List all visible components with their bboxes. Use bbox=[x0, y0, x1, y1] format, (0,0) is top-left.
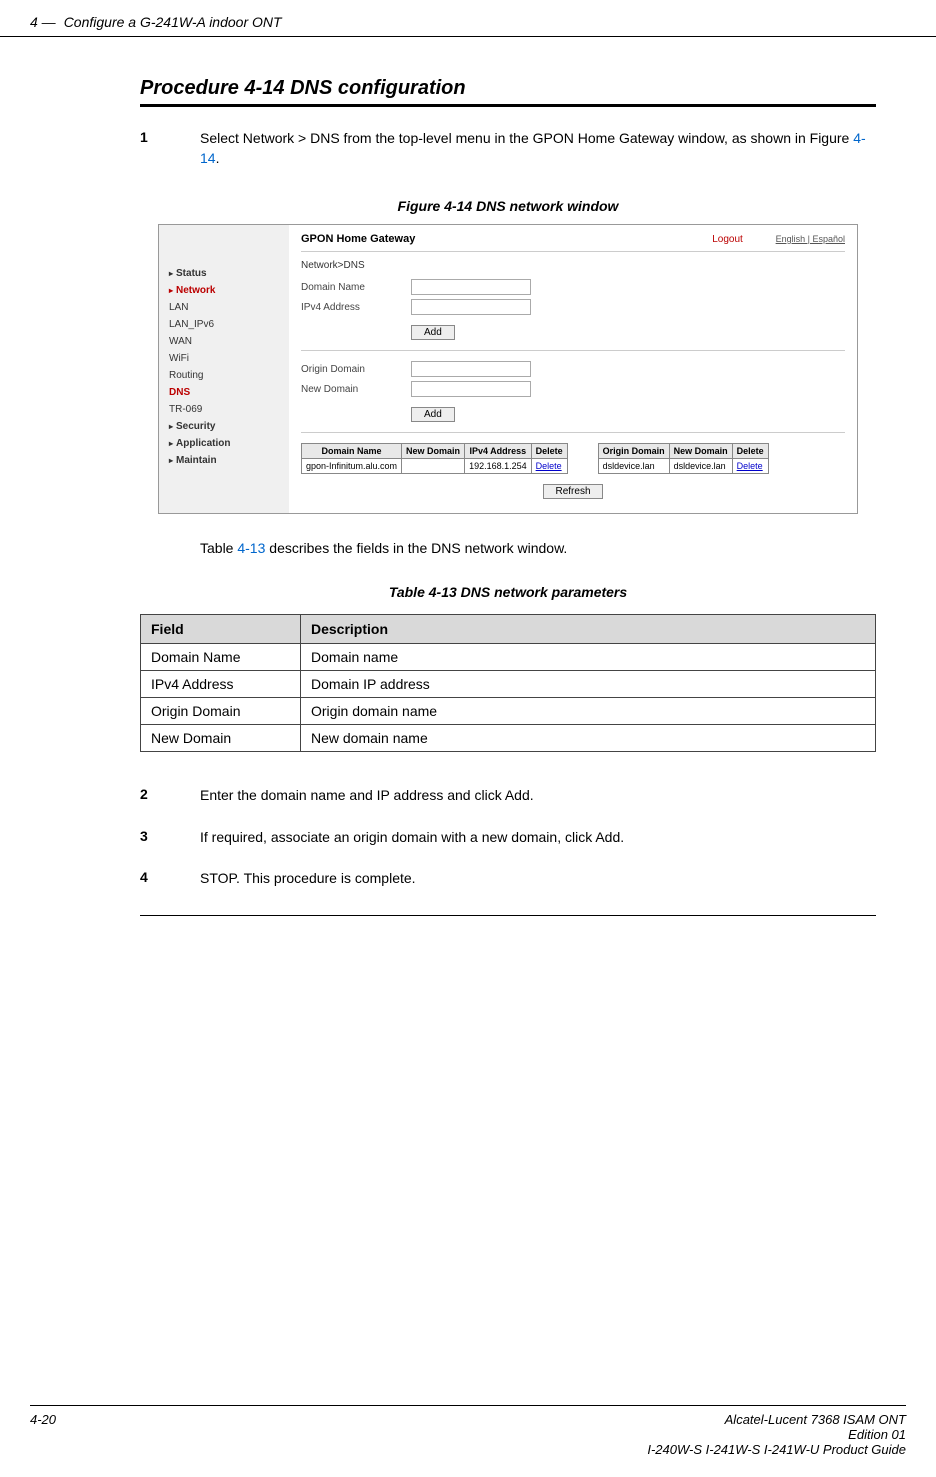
gateway-title: GPON Home Gateway bbox=[301, 233, 415, 245]
sidebar-item-wan[interactable]: WAN bbox=[159, 333, 289, 350]
breadcrumb: Network>DNS bbox=[301, 260, 845, 271]
sidebar-item-routing[interactable]: Routing bbox=[159, 367, 289, 384]
sidebar-item-lan-ipv6[interactable]: LAN_IPv6 bbox=[159, 316, 289, 333]
footer-line: Edition 01 bbox=[647, 1427, 906, 1442]
th-delete: Delete bbox=[732, 444, 768, 459]
step-number: 2 bbox=[140, 786, 200, 806]
step-number: 4 bbox=[140, 869, 200, 889]
table-caption: Table 4-13 DNS network parameters bbox=[140, 584, 876, 600]
cell-domain: gpon-Infinitum.alu.com bbox=[302, 459, 402, 474]
params-table: Field Description Domain Name Domain nam… bbox=[140, 614, 876, 752]
delete-link[interactable]: Delete bbox=[737, 461, 763, 471]
th-desc: Description bbox=[301, 615, 876, 644]
step-3: 3 If required, associate an origin domai… bbox=[140, 828, 876, 848]
table-intro: Table 4-13 describes the fields in the D… bbox=[200, 540, 876, 556]
th-origin: Origin Domain bbox=[598, 444, 669, 459]
cell-new-domain bbox=[402, 459, 465, 474]
th-new-domain: New Domain bbox=[402, 444, 465, 459]
cell-desc: Domain IP address bbox=[301, 671, 876, 698]
delete-link[interactable]: Delete bbox=[536, 461, 562, 471]
sidebar-item-dns[interactable]: DNS bbox=[159, 384, 289, 401]
language-switch[interactable]: English | Español bbox=[776, 234, 845, 244]
chapter-title: Configure a G-241W-A indoor ONT bbox=[64, 14, 282, 30]
th-ipv4: IPv4 Address bbox=[465, 444, 532, 459]
cell-origin: dsldevice.lan bbox=[598, 459, 669, 474]
text: Table bbox=[200, 540, 237, 556]
text: describes the fields in the DNS network … bbox=[265, 540, 567, 556]
sidebar-item-network[interactable]: Network bbox=[159, 282, 289, 299]
table-link[interactable]: 4-13 bbox=[237, 540, 265, 556]
step-text: Enter the domain name and IP address and… bbox=[200, 786, 876, 806]
table-row: Domain Name Domain name bbox=[141, 644, 876, 671]
origin-table: Origin Domain New Domain Delete dsldevic… bbox=[598, 443, 769, 474]
step-text-part: Select Network > DNS from the top-level … bbox=[200, 130, 853, 146]
step-text-part: . bbox=[216, 150, 220, 166]
th-field: Field bbox=[141, 615, 301, 644]
origin-domain-label: Origin Domain bbox=[301, 364, 411, 375]
page-number: 4-20 bbox=[30, 1412, 56, 1457]
cell-ip: 192.168.1.254 bbox=[465, 459, 532, 474]
table-row: New Domain New domain name bbox=[141, 725, 876, 752]
cell-desc: Origin domain name bbox=[301, 698, 876, 725]
domain-name-label: Domain Name bbox=[301, 282, 411, 293]
divider bbox=[301, 350, 845, 351]
sidebar-item-lan[interactable]: LAN bbox=[159, 299, 289, 316]
cell-field: IPv4 Address bbox=[141, 671, 301, 698]
sidebar-item-wifi[interactable]: WiFi bbox=[159, 350, 289, 367]
step-text: If required, associate an origin domain … bbox=[200, 828, 876, 848]
cell-desc: New domain name bbox=[301, 725, 876, 752]
domain-name-input[interactable] bbox=[411, 279, 531, 295]
step-text: Select Network > DNS from the top-level … bbox=[200, 129, 876, 168]
origin-domain-input[interactable] bbox=[411, 361, 531, 377]
cell-desc: Domain name bbox=[301, 644, 876, 671]
table-row: IPv4 Address Domain IP address bbox=[141, 671, 876, 698]
page-header: 4 — Configure a G-241W-A indoor ONT bbox=[0, 0, 936, 37]
logout-link[interactable]: Logout bbox=[712, 234, 743, 245]
refresh-button[interactable]: Refresh bbox=[543, 484, 603, 499]
step-4: 4 STOP. This procedure is complete. bbox=[140, 869, 876, 889]
cell-new: dsldevice.lan bbox=[669, 459, 732, 474]
divider bbox=[301, 432, 845, 433]
footer-line: Alcatel-Lucent 7368 ISAM ONT bbox=[647, 1412, 906, 1427]
end-rule bbox=[140, 915, 876, 916]
domain-table: Domain Name New Domain IPv4 Address Dele… bbox=[301, 443, 568, 474]
page-footer: 4-20 Alcatel-Lucent 7368 ISAM ONT Editio… bbox=[30, 1405, 906, 1457]
add-button-2[interactable]: Add bbox=[411, 407, 455, 422]
step-1: 1 Select Network > DNS from the top-leve… bbox=[140, 129, 876, 168]
add-button-1[interactable]: Add bbox=[411, 325, 455, 340]
cell-field: Origin Domain bbox=[141, 698, 301, 725]
sidebar-item-status[interactable]: Status bbox=[159, 265, 289, 282]
footer-line: I-240W-S I-241W-S I-241W-U Product Guide bbox=[647, 1442, 906, 1457]
th-domain-name: Domain Name bbox=[302, 444, 402, 459]
cell-field: Domain Name bbox=[141, 644, 301, 671]
new-domain-label: New Domain bbox=[301, 384, 411, 395]
sidebar-item-security[interactable]: Security bbox=[159, 418, 289, 435]
new-domain-input[interactable] bbox=[411, 381, 531, 397]
cell-field: New Domain bbox=[141, 725, 301, 752]
procedure-heading: Procedure 4-14 DNS configuration bbox=[140, 77, 876, 107]
dns-window-screenshot: Status Network LAN LAN_IPv6 WAN WiFi Rou… bbox=[158, 224, 858, 514]
sidebar: Status Network LAN LAN_IPv6 WAN WiFi Rou… bbox=[159, 225, 289, 513]
step-2: 2 Enter the domain name and IP address a… bbox=[140, 786, 876, 806]
sidebar-item-tr069[interactable]: TR-069 bbox=[159, 401, 289, 418]
th-delete: Delete bbox=[531, 444, 567, 459]
sidebar-item-application[interactable]: Application bbox=[159, 435, 289, 452]
chapter-number: 4 — bbox=[30, 14, 56, 30]
sidebar-item-maintain[interactable]: Maintain bbox=[159, 452, 289, 469]
ipv4-input[interactable] bbox=[411, 299, 531, 315]
ipv4-label: IPv4 Address bbox=[301, 302, 411, 313]
table-row: Origin Domain Origin domain name bbox=[141, 698, 876, 725]
figure-caption: Figure 4-14 DNS network window bbox=[140, 198, 876, 214]
step-text: STOP. This procedure is complete. bbox=[200, 869, 876, 889]
table-row: gpon-Infinitum.alu.com 192.168.1.254 Del… bbox=[302, 459, 568, 474]
step-number: 3 bbox=[140, 828, 200, 848]
table-row: dsldevice.lan dsldevice.lan Delete bbox=[598, 459, 768, 474]
step-number: 1 bbox=[140, 129, 200, 168]
th-new: New Domain bbox=[669, 444, 732, 459]
